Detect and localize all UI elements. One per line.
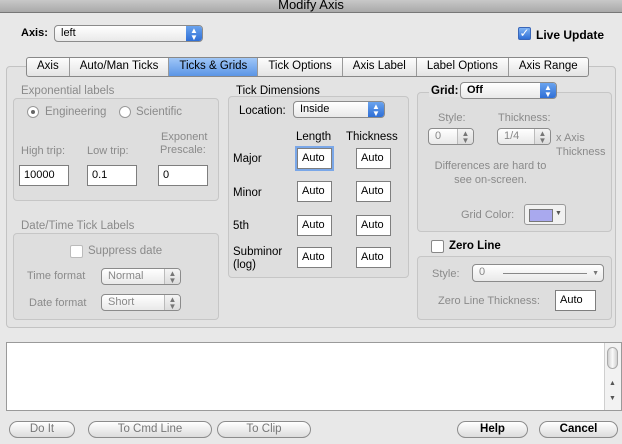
suppress-date-checkbox[interactable] bbox=[70, 245, 83, 258]
tab-auto-man-ticks[interactable]: Auto/Man Ticks bbox=[70, 58, 170, 76]
exponent-label: Exponent bbox=[161, 131, 208, 143]
x-axis-thickness-label: Thickness bbox=[556, 146, 606, 158]
title-bar: Modify Axis bbox=[0, 0, 622, 13]
engineering-label: Engineering bbox=[45, 106, 107, 118]
scientific-radio[interactable] bbox=[119, 106, 131, 118]
grid-thickness-value: 1/4 bbox=[504, 130, 520, 142]
low-trip-label: Low trip: bbox=[87, 145, 129, 157]
location-select[interactable]: Inside ▲ ▼ bbox=[293, 101, 385, 118]
grid-thickness-select[interactable]: 1/4 ▲ ▼ bbox=[497, 128, 551, 145]
grid-label: Grid: bbox=[429, 85, 461, 97]
minor-length-input[interactable]: Auto bbox=[297, 181, 332, 202]
zero-line-label: Zero Line bbox=[449, 240, 501, 252]
zero-line-checkbox[interactable] bbox=[431, 240, 444, 253]
chevron-updown-icon: ▲ ▼ bbox=[540, 83, 556, 99]
major-label: Major bbox=[233, 153, 262, 165]
chevron-updown-icon: ▲ ▼ bbox=[164, 269, 180, 285]
length-header: Length bbox=[296, 131, 332, 143]
axis-select-value: left bbox=[61, 27, 76, 39]
cancel-button[interactable]: Cancel bbox=[539, 421, 618, 438]
chevron-updown-icon: ▲ ▼ bbox=[368, 102, 384, 118]
minor-thickness-input[interactable]: Auto bbox=[356, 181, 391, 202]
chevron-updown-icon: ▲ ▼ bbox=[534, 129, 550, 145]
fifth-thickness-input[interactable]: Auto bbox=[356, 215, 391, 236]
zero-line-style-label: Style: bbox=[432, 268, 460, 280]
subminor-thickness-input[interactable]: Auto bbox=[356, 247, 391, 268]
help-button[interactable]: Help bbox=[457, 421, 528, 438]
grid-thickness-label: Thickness: bbox=[498, 112, 551, 124]
scroll-up-icon[interactable]: ▲ bbox=[609, 380, 616, 387]
grid-select[interactable]: Off ▲ ▼ bbox=[460, 82, 557, 99]
location-label: Location: bbox=[239, 105, 286, 117]
scroll-down-icon[interactable]: ▼ bbox=[609, 395, 616, 402]
grid-value: Off bbox=[467, 84, 483, 96]
chevron-updown-icon: ▲ ▼ bbox=[457, 129, 473, 145]
exponential-labels-title: Exponential labels bbox=[21, 85, 115, 97]
grid-style-value: 0 bbox=[435, 130, 442, 142]
grid-style-label: Style: bbox=[438, 112, 466, 124]
tab-bar: Axis Auto/Man Ticks Ticks & Grids Tick O… bbox=[26, 57, 589, 77]
live-update-checkbox[interactable]: ✓ bbox=[518, 27, 531, 40]
grid-color-swatch bbox=[529, 209, 553, 222]
command-text-area[interactable] bbox=[6, 342, 622, 411]
zero-line-thickness-input[interactable]: Auto bbox=[555, 290, 596, 311]
grid-color-label: Grid Color: bbox=[461, 209, 515, 221]
axis-label: Axis: bbox=[21, 27, 48, 39]
tab-axis-label[interactable]: Axis Label bbox=[343, 58, 417, 76]
datetime-title: Date/Time Tick Labels bbox=[21, 220, 135, 232]
engineering-radio[interactable] bbox=[27, 106, 39, 118]
suppress-date-label: Suppress date bbox=[88, 245, 163, 257]
chevron-updown-icon: ▲ ▼ bbox=[164, 295, 180, 311]
time-format-select[interactable]: Normal ▲ ▼ bbox=[101, 268, 181, 285]
fifth-label: 5th bbox=[233, 220, 249, 232]
major-thickness-input[interactable]: Auto bbox=[356, 148, 391, 169]
zero-line-style-value: 0 bbox=[479, 266, 486, 278]
fifth-length-input[interactable]: Auto bbox=[297, 215, 332, 236]
tab-axis-range[interactable]: Axis Range bbox=[509, 58, 588, 76]
to-clip-button[interactable]: To Clip bbox=[217, 421, 311, 438]
subminor-length-input[interactable]: Auto bbox=[297, 247, 332, 268]
prescale-label: Prescale: bbox=[160, 144, 206, 156]
scrollbar[interactable]: ▲ ▼ bbox=[604, 343, 621, 410]
do-it-button[interactable]: Do It bbox=[9, 421, 75, 438]
tab-ticks-grids[interactable]: Ticks & Grids bbox=[169, 58, 259, 76]
date-format-select[interactable]: Short ▲ ▼ bbox=[101, 294, 181, 311]
line-style-sample bbox=[503, 273, 587, 274]
chevron-down-icon: ▼ bbox=[592, 270, 599, 277]
scrollbar-thumb[interactable] bbox=[607, 347, 618, 369]
subminor-log-label: (log) bbox=[233, 259, 257, 271]
scientific-label: Scientific bbox=[136, 106, 183, 118]
minor-label: Minor bbox=[233, 187, 262, 199]
time-format-label: Time format bbox=[27, 270, 86, 282]
date-format-value: Short bbox=[108, 296, 135, 308]
grid-color-picker[interactable]: ▼ bbox=[524, 204, 566, 225]
tab-label-options[interactable]: Label Options bbox=[417, 58, 509, 76]
x-axis-label: x Axis bbox=[556, 132, 585, 144]
low-trip-input[interactable]: 0.1 bbox=[87, 165, 137, 186]
zero-line-style-select[interactable]: 0 ▼ bbox=[472, 264, 604, 282]
high-trip-input[interactable]: 10000 bbox=[19, 165, 69, 186]
live-update-label: Live Update bbox=[536, 28, 605, 42]
major-length-input[interactable]: Auto bbox=[295, 146, 334, 171]
chevron-down-icon: ▼ bbox=[555, 210, 562, 217]
subminor-label: Subminor bbox=[233, 246, 283, 258]
date-format-label: Date format bbox=[29, 297, 87, 309]
axis-select[interactable]: left ▲ ▼ bbox=[54, 25, 203, 42]
grid-note-2: see on-screen. bbox=[454, 174, 527, 186]
thickness-header: Thickness bbox=[346, 131, 398, 143]
zero-line-thickness-label: Zero Line Thickness: bbox=[438, 295, 540, 307]
high-trip-label: High trip: bbox=[21, 145, 66, 157]
to-cmd-line-button[interactable]: To Cmd Line bbox=[88, 421, 212, 438]
tab-tick-options[interactable]: Tick Options bbox=[258, 58, 343, 76]
grid-style-select[interactable]: 0 ▲ ▼ bbox=[428, 128, 474, 145]
location-value: Inside bbox=[300, 103, 330, 115]
exponent-prescale-input[interactable]: 0 bbox=[158, 165, 208, 186]
window-title: Modify Axis bbox=[278, 0, 344, 12]
time-format-value: Normal bbox=[108, 270, 144, 282]
chevron-updown-icon: ▲ ▼ bbox=[186, 26, 202, 42]
tab-axis[interactable]: Axis bbox=[27, 58, 70, 76]
grid-note-1: Differences are hard to bbox=[434, 160, 547, 172]
